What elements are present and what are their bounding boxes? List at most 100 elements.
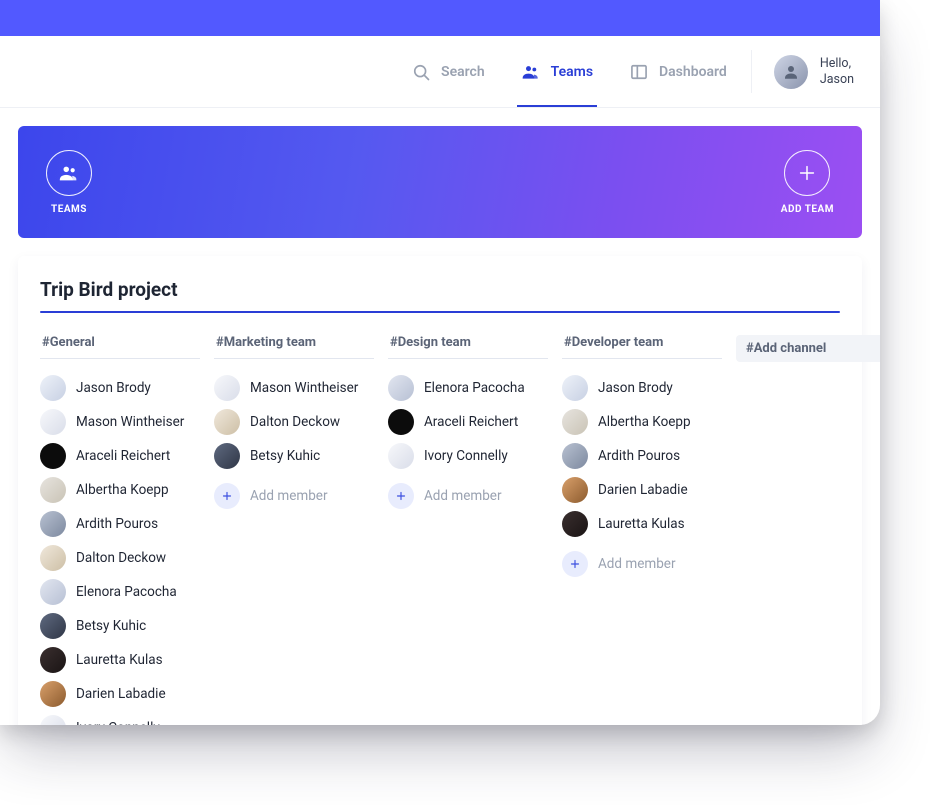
member-name: Lauretta Kulas (598, 516, 685, 532)
teams-button[interactable] (46, 150, 92, 196)
member-row[interactable]: Ardith Pouros (40, 507, 200, 541)
avatar (562, 477, 588, 503)
member-name: Albertha Koepp (598, 414, 691, 430)
channel-column: #Marketing team Mason Wintheiser Dalton De… (214, 335, 374, 511)
member-row[interactable]: Betsy Kuhic (214, 439, 374, 473)
greeting-text: Hello, (820, 56, 854, 72)
nav-dashboard[interactable]: Dashboard (611, 36, 745, 107)
avatar (40, 409, 66, 435)
member-row[interactable]: Darien Labadie (40, 677, 200, 711)
avatar (214, 375, 240, 401)
member-name: Betsy Kuhic (76, 618, 146, 634)
member-row[interactable]: Elenora Pacocha (40, 575, 200, 609)
member-row[interactable]: Ivory Connelly (388, 439, 548, 473)
member-row[interactable]: Albertha Koepp (40, 473, 200, 507)
channel-column: #Developer team Jason Brody Albertha Koepp… (562, 335, 722, 579)
member-row[interactable]: Lauretta Kulas (40, 643, 200, 677)
member-row[interactable]: Jason Brody (40, 371, 200, 405)
avatar (40, 579, 66, 605)
user-icon (782, 63, 800, 81)
member-name: Ivory Connelly (424, 448, 508, 464)
member-name: Mason Wintheiser (76, 414, 184, 430)
banner-left-label: TEAMS (51, 204, 87, 215)
member-name: Jason Brody (598, 380, 673, 396)
avatar (40, 545, 66, 571)
avatar (40, 681, 66, 707)
brand-strip (0, 0, 880, 36)
channel-header[interactable]: #Design team (388, 335, 548, 359)
add-member-button[interactable]: Add member (388, 477, 548, 511)
plus-icon (388, 483, 414, 509)
add-team-button[interactable] (784, 150, 830, 196)
add-channel-button[interactable]: #Add channel (736, 335, 880, 362)
banner-right: ADD TEAM (781, 150, 834, 215)
channel-column: #General Jason Brody Mason Wintheiser Arace… (40, 335, 200, 725)
avatar (388, 375, 414, 401)
avatar (388, 409, 414, 435)
project-title: Trip Bird project (40, 278, 840, 311)
avatar (562, 443, 588, 469)
member-row[interactable]: Araceli Reichert (40, 439, 200, 473)
member-name: Araceli Reichert (424, 414, 518, 430)
avatar (562, 511, 588, 537)
member-row[interactable]: Araceli Reichert (388, 405, 548, 439)
avatar (214, 443, 240, 469)
member-row[interactable]: Albertha Koepp (562, 405, 722, 439)
avatar (562, 409, 588, 435)
member-row[interactable]: Betsy Kuhic (40, 609, 200, 643)
add-member-label: Add member (424, 488, 502, 504)
avatar (40, 375, 66, 401)
user-name: Jason (820, 72, 854, 88)
header: Search Teams Dashboard Hello, Jason (0, 36, 880, 108)
member-row[interactable]: Ivory Connelly (40, 711, 200, 725)
member-row[interactable]: Lauretta Kulas (562, 507, 722, 541)
member-name: Ardith Pouros (598, 448, 680, 464)
member-name: Betsy Kuhic (250, 448, 320, 464)
title-underline (40, 311, 840, 313)
add-member-button[interactable]: Add member (562, 545, 722, 579)
add-member-label: Add member (250, 488, 328, 504)
plus-icon (214, 483, 240, 509)
avatar (214, 409, 240, 435)
member-row[interactable]: Dalton Deckow (214, 405, 374, 439)
add-member-label: Add member (598, 556, 676, 572)
user-menu[interactable]: Hello, Jason (758, 36, 862, 107)
channel-header[interactable]: #Developer team (562, 335, 722, 359)
avatar (774, 55, 808, 89)
banner-left: TEAMS (46, 150, 92, 215)
nav-search[interactable]: Search (393, 36, 503, 107)
teams-banner: TEAMS ADD TEAM (18, 126, 862, 238)
user-greeting: Hello, Jason (820, 56, 854, 87)
member-name: Darien Labadie (76, 686, 166, 702)
add-member-button[interactable]: Add member (214, 477, 374, 511)
member-row[interactable]: Elenora Pacocha (388, 371, 548, 405)
nav-teams[interactable]: Teams (503, 36, 611, 107)
channel-header[interactable]: #General (40, 335, 200, 359)
nav-label: Teams (551, 64, 593, 80)
dashboard-icon (629, 62, 649, 82)
member-row[interactable]: Darien Labadie (562, 473, 722, 507)
nav-label: Dashboard (659, 64, 727, 80)
channel-header[interactable]: #Marketing team (214, 335, 374, 359)
member-row[interactable]: Jason Brody (562, 371, 722, 405)
member-name: Elenora Pacocha (76, 584, 177, 600)
project-card: Trip Bird project #General Jason Brody Mas… (18, 256, 862, 725)
member-name: Dalton Deckow (250, 414, 340, 430)
member-name: Jason Brody (76, 380, 151, 396)
avatar (562, 375, 588, 401)
avatar (40, 511, 66, 537)
people-icon (58, 162, 80, 184)
people-icon (521, 62, 541, 82)
member-row[interactable]: Dalton Deckow (40, 541, 200, 575)
member-name: Dalton Deckow (76, 550, 166, 566)
member-name: Darien Labadie (598, 482, 688, 498)
member-row[interactable]: Mason Wintheiser (214, 371, 374, 405)
channel-column: #Design team Elenora Pacocha Araceli Reich… (388, 335, 548, 511)
avatar (388, 443, 414, 469)
search-icon (411, 62, 431, 82)
banner-right-label: ADD TEAM (781, 204, 834, 215)
member-row[interactable]: Ardith Pouros (562, 439, 722, 473)
member-row[interactable]: Mason Wintheiser (40, 405, 200, 439)
member-name: Lauretta Kulas (76, 652, 163, 668)
avatar (40, 443, 66, 469)
